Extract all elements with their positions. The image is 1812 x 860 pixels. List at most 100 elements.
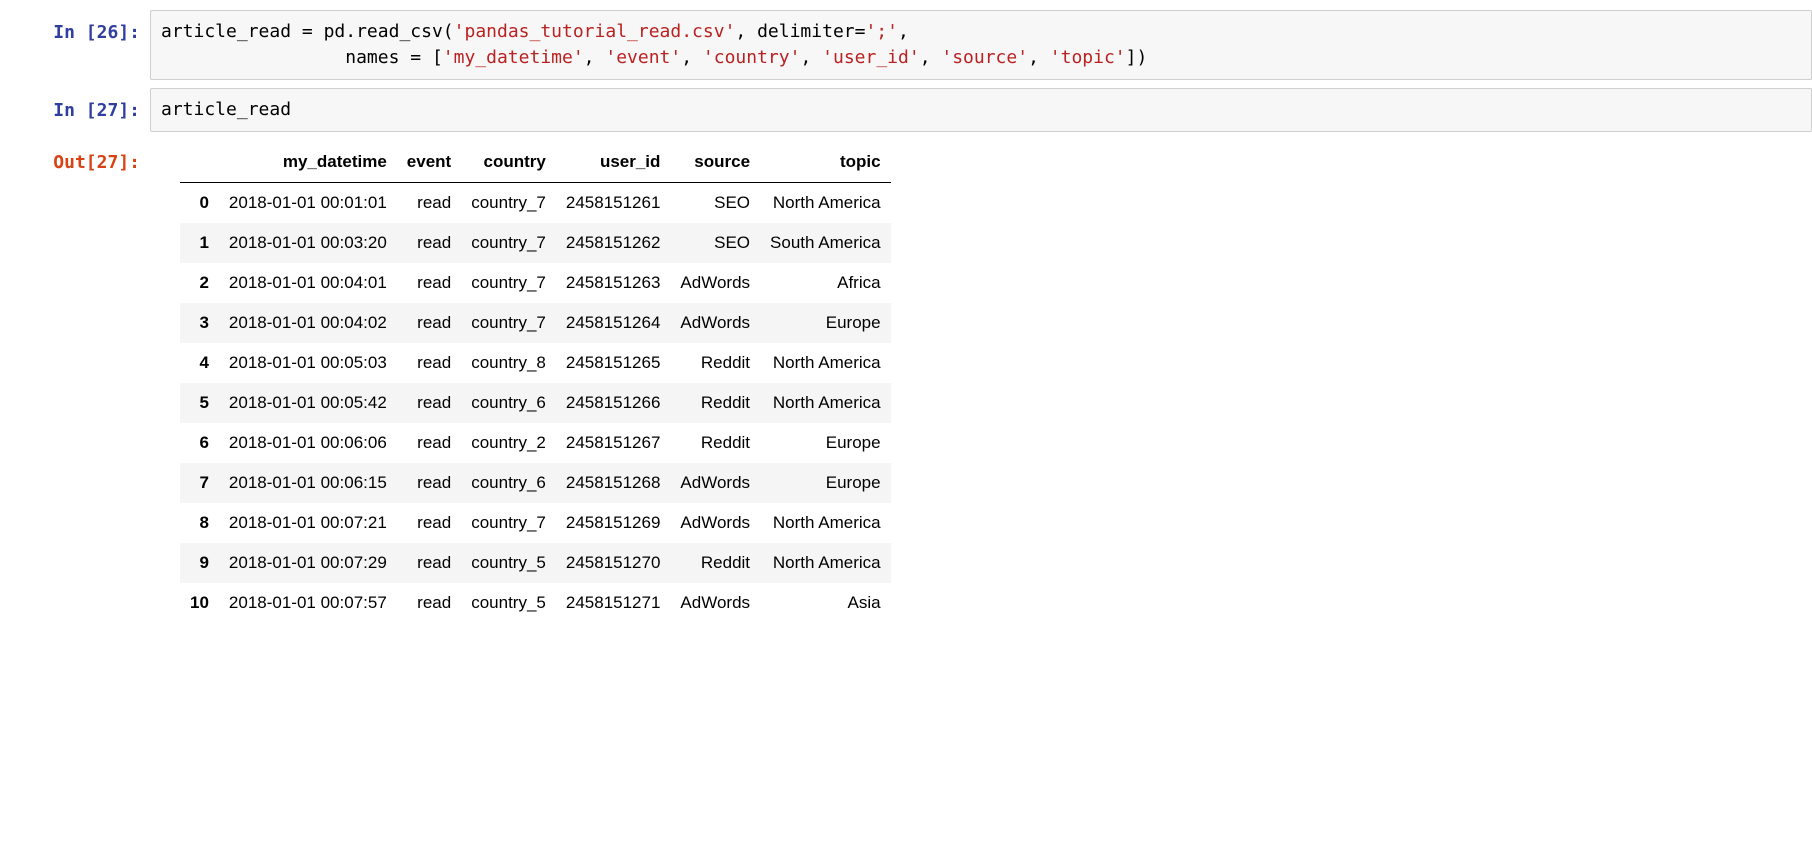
cell-event: read <box>397 423 461 463</box>
dataframe-table: my_datetime event country user_id source… <box>180 142 891 623</box>
cell-my_datetime: 2018-01-01 00:04:01 <box>219 263 397 303</box>
cell-country: country_7 <box>461 263 556 303</box>
cell-my_datetime: 2018-01-01 00:06:06 <box>219 423 397 463</box>
col-topic: topic <box>760 142 891 183</box>
cell-topic: Europe <box>760 463 891 503</box>
col-user_id: user_id <box>556 142 671 183</box>
row-index: 6 <box>180 423 219 463</box>
cell-my_datetime: 2018-01-01 00:05:42 <box>219 383 397 423</box>
row-index: 9 <box>180 543 219 583</box>
col-event: event <box>397 142 461 183</box>
index-header <box>180 142 219 183</box>
cell-topic: North America <box>760 183 891 224</box>
in-prompt-26: In [26]: <box>30 10 150 45</box>
col-my_datetime: my_datetime <box>219 142 397 183</box>
cell-my_datetime: 2018-01-01 00:07:29 <box>219 543 397 583</box>
table-row: 22018-01-01 00:04:01readcountry_72458151… <box>180 263 891 303</box>
cell-user_id: 2458151271 <box>556 583 671 623</box>
cell-topic: Africa <box>760 263 891 303</box>
row-index: 7 <box>180 463 219 503</box>
row-index: 2 <box>180 263 219 303</box>
cell-country: country_2 <box>461 423 556 463</box>
cell-topic: Asia <box>760 583 891 623</box>
cell-user_id: 2458151266 <box>556 383 671 423</box>
table-row: 42018-01-01 00:05:03readcountry_82458151… <box>180 343 891 383</box>
cell-my_datetime: 2018-01-01 00:07:21 <box>219 503 397 543</box>
cell-source: SEO <box>670 223 760 263</box>
table-row: 62018-01-01 00:06:06readcountry_22458151… <box>180 423 891 463</box>
cell-source: AdWords <box>670 263 760 303</box>
cell-topic: North America <box>760 543 891 583</box>
cell-user_id: 2458151270 <box>556 543 671 583</box>
cell-event: read <box>397 183 461 224</box>
cell-country: country_7 <box>461 503 556 543</box>
row-index: 4 <box>180 343 219 383</box>
cell-source: AdWords <box>670 303 760 343</box>
cell-topic: North America <box>760 503 891 543</box>
cell-event: read <box>397 383 461 423</box>
row-index: 5 <box>180 383 219 423</box>
code-input-26[interactable]: article_read = pd.read_csv('pandas_tutor… <box>150 10 1812 80</box>
cell-event: read <box>397 343 461 383</box>
table-row: 82018-01-01 00:07:21readcountry_72458151… <box>180 503 891 543</box>
cell-topic: North America <box>760 343 891 383</box>
cell-country: country_5 <box>461 583 556 623</box>
cell-user_id: 2458151262 <box>556 223 671 263</box>
notebook: In [26]: article_read = pd.read_csv('pan… <box>0 0 1812 623</box>
cell-event: read <box>397 543 461 583</box>
cell-my_datetime: 2018-01-01 00:06:15 <box>219 463 397 503</box>
cell-source: AdWords <box>670 463 760 503</box>
cell-topic: Europe <box>760 303 891 343</box>
cell-user_id: 2458151261 <box>556 183 671 224</box>
cell-topic: South America <box>760 223 891 263</box>
table-row: 52018-01-01 00:05:42readcountry_62458151… <box>180 383 891 423</box>
cell-event: read <box>397 583 461 623</box>
row-index: 3 <box>180 303 219 343</box>
cell-country: country_7 <box>461 303 556 343</box>
cell-source: Reddit <box>670 383 760 423</box>
table-header-row: my_datetime event country user_id source… <box>180 142 891 183</box>
cell-country: country_8 <box>461 343 556 383</box>
cell-country: country_7 <box>461 183 556 224</box>
cell-country: country_7 <box>461 223 556 263</box>
cell-my_datetime: 2018-01-01 00:01:01 <box>219 183 397 224</box>
cell-country: country_6 <box>461 383 556 423</box>
cell-event: read <box>397 263 461 303</box>
row-index: 1 <box>180 223 219 263</box>
cell-source: AdWords <box>670 503 760 543</box>
cell-my_datetime: 2018-01-01 00:05:03 <box>219 343 397 383</box>
cell-source: Reddit <box>670 423 760 463</box>
cell-my_datetime: 2018-01-01 00:04:02 <box>219 303 397 343</box>
table-row: 102018-01-01 00:07:57readcountry_5245815… <box>180 583 891 623</box>
cell-user_id: 2458151269 <box>556 503 671 543</box>
cell-user_id: 2458151265 <box>556 343 671 383</box>
col-country: country <box>461 142 556 183</box>
output-area-27: my_datetime event country user_id source… <box>150 140 1812 623</box>
cell-user_id: 2458151263 <box>556 263 671 303</box>
table-row: 12018-01-01 00:03:20readcountry_72458151… <box>180 223 891 263</box>
table-row: 72018-01-01 00:06:15readcountry_62458151… <box>180 463 891 503</box>
code-input-27[interactable]: article_read <box>150 88 1812 132</box>
row-index: 0 <box>180 183 219 224</box>
cell-user_id: 2458151268 <box>556 463 671 503</box>
output-cell-27: Out[27]: my_datetime event country user_… <box>30 140 1812 623</box>
cell-topic: North America <box>760 383 891 423</box>
out-prompt-27: Out[27]: <box>30 140 150 175</box>
col-source: source <box>670 142 760 183</box>
table-row: 32018-01-01 00:04:02readcountry_72458151… <box>180 303 891 343</box>
code-cell-26: In [26]: article_read = pd.read_csv('pan… <box>30 10 1812 80</box>
cell-event: read <box>397 463 461 503</box>
in-prompt-27: In [27]: <box>30 88 150 123</box>
cell-event: read <box>397 223 461 263</box>
code-cell-27: In [27]: article_read <box>30 88 1812 132</box>
cell-source: Reddit <box>670 543 760 583</box>
row-index: 8 <box>180 503 219 543</box>
table-row: 02018-01-01 00:01:01readcountry_72458151… <box>180 183 891 224</box>
cell-event: read <box>397 303 461 343</box>
cell-user_id: 2458151264 <box>556 303 671 343</box>
cell-source: SEO <box>670 183 760 224</box>
cell-event: read <box>397 503 461 543</box>
cell-country: country_5 <box>461 543 556 583</box>
cell-my_datetime: 2018-01-01 00:03:20 <box>219 223 397 263</box>
cell-topic: Europe <box>760 423 891 463</box>
